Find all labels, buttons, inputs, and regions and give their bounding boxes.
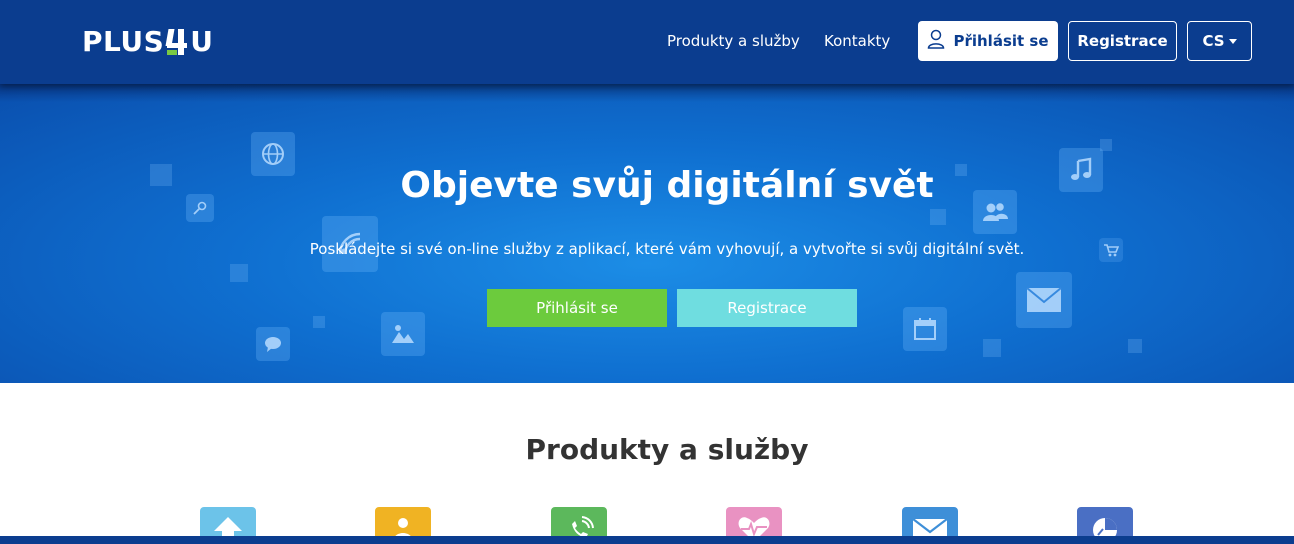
header-register-label: Registrace	[1077, 32, 1168, 50]
header-register-button[interactable]: Registrace	[1068, 21, 1177, 61]
bottom-bar	[0, 536, 1294, 544]
calendar-icon	[903, 307, 947, 351]
plus4u-logo[interactable]: PLUS U	[82, 26, 214, 58]
nav-products-services[interactable]: Produkty a služby	[667, 31, 800, 51]
hero-register-label: Registrace	[727, 299, 807, 317]
image-icon	[381, 312, 425, 356]
language-selector[interactable]: CS	[1187, 21, 1252, 61]
mail-icon	[1016, 272, 1072, 328]
hero-login-button[interactable]: Přihlásit se	[487, 289, 667, 327]
language-label: CS	[1202, 32, 1225, 50]
products-section-title: Produkty a služby	[525, 433, 809, 466]
hero-login-label: Přihlásit se	[536, 299, 618, 317]
header-login-label: Přihlásit se	[953, 32, 1049, 50]
top-header: PLUS U Produkty a služby Kontakty Přihlás…	[0, 0, 1294, 84]
chat-icon	[256, 327, 290, 361]
logo-four-mark	[165, 27, 189, 57]
chevron-down-icon	[1228, 38, 1237, 44]
hero-title: Objevte svůj digitální svět	[400, 165, 934, 206]
nav-contacts[interactable]: Kontakty	[824, 31, 890, 51]
user-icon	[927, 29, 945, 53]
hero-subtitle: Poskládejte si své on-line služby z apli…	[309, 240, 1025, 258]
header-login-button[interactable]: Přihlásit se	[918, 21, 1058, 61]
hero-banner: Objevte svůj digitální svět Poskládejte …	[0, 84, 1294, 383]
hero-register-button[interactable]: Registrace	[677, 289, 857, 327]
